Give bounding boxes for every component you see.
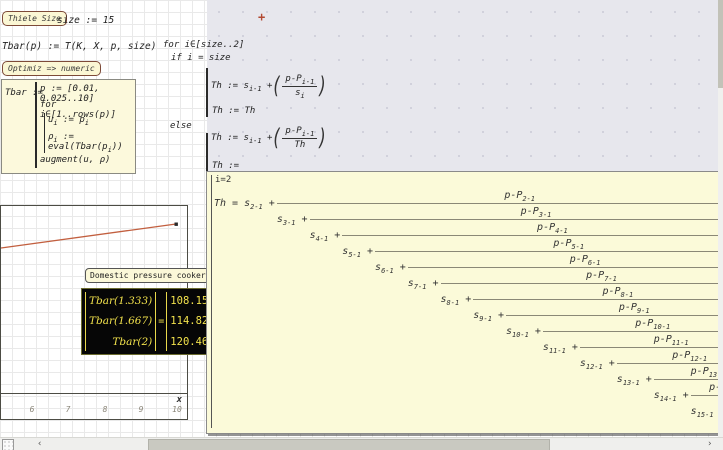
scroll-left-arrow-icon[interactable]: ‹ <box>37 438 42 450</box>
expression-preview-popup: i=2 Th = s2-1 + p-P2-1 s3-1 + p-P3-1 s4-1 + p… <box>206 171 723 434</box>
open-paren: ( <box>273 125 281 151</box>
tbar-function-definition[interactable]: Tbar(p) := T(K, X, p, size) <box>2 41 156 52</box>
value-column: 108.15 114.82 120.46 <box>167 291 211 352</box>
size-definition[interactable]: size := 15 <box>57 15 114 26</box>
program-line-u: ui := pi <box>48 115 89 127</box>
iteration-label: i=2 <box>215 175 232 185</box>
th-assign-if[interactable]: Th := si-1 + ( p-Pi-1 si ) <box>211 74 327 99</box>
th-assign-else[interactable]: Th := si-1 + ( p-Pi-1 Th ) <box>211 126 327 151</box>
close-paren: ) <box>319 73 326 99</box>
description-tooltip: Domestic pressure cooker °C <box>85 268 226 283</box>
program-bar <box>35 82 37 168</box>
fraction: p-Pi-1 si <box>282 74 318 99</box>
th-pre: Th := si-1 + <box>211 133 273 145</box>
x-tick: 9 <box>138 405 144 414</box>
insert-cursor-icon: + <box>258 10 266 24</box>
loop-for-line[interactable]: for i∈[size..2] <box>163 40 244 51</box>
x-tick: 8 <box>102 405 108 414</box>
plot-endpoint-marker <box>174 222 178 226</box>
numerator: p-Pi-1 <box>285 74 315 86</box>
value-row: 114.82 <box>170 315 209 328</box>
plot-x-axis: x 6 7 8 9 10 <box>1 393 187 419</box>
expr-row: Tbar(1.333) <box>89 295 153 308</box>
denominator: si <box>282 86 318 99</box>
x-tick: 6 <box>29 405 35 414</box>
page-anchor-icon[interactable] <box>2 439 14 450</box>
continued-fraction: Th = s2-1 + p-P2-1 s3-1 + p-P3-1 s4-1 + p-P4-… <box>214 189 723 426</box>
vertical-scrollbar[interactable] <box>718 0 723 437</box>
open-paren: ( <box>273 73 281 99</box>
result-matrix-box[interactable]: Tbar(1.333) Tbar(1.667) Tbar(2) = 108.15… <box>81 288 214 355</box>
horizontal-scrollbar-thumb[interactable] <box>148 439 550 450</box>
program-bar-inner <box>44 113 45 153</box>
th-assign-th[interactable]: Th := Th <box>212 106 255 117</box>
program-line-augment: augment(u, ρ) <box>40 155 111 165</box>
collapsed-region-optimiz[interactable]: Optimiz => numeric <box>2 61 101 76</box>
th-pre: Th := si-1 + <box>211 81 273 93</box>
smath-worksheet-window: + Thiele Size size := 15 Tbar(p) := T(K,… <box>0 0 723 450</box>
expr-row: Tbar(2) <box>112 335 153 348</box>
value-row: 108.15 <box>170 295 209 308</box>
loop-else-line[interactable]: else <box>170 121 192 132</box>
x-tick: 10 <box>172 405 182 414</box>
expression-column: Tbar(1.333) Tbar(1.667) Tbar(2) <box>86 291 155 352</box>
tbar-program-block[interactable]: Tbar := p := [0.01, 0.025..10] for i∈[1.… <box>1 79 136 174</box>
program-line-rho: ρi := eval(Tbar(pi)) <box>48 132 123 154</box>
x-tick: 7 <box>65 405 71 414</box>
tbar-program-head: Tbar := <box>5 88 43 98</box>
horizontal-scrollbar[interactable]: ‹ › <box>0 437 723 450</box>
value-row: 120.46 <box>170 335 209 348</box>
program-bar <box>211 175 212 428</box>
plot-curve <box>1 223 177 249</box>
equals-sign: = <box>158 316 165 327</box>
else-branch-bar <box>206 133 208 171</box>
vertical-scrollbar-thumb[interactable] <box>718 0 723 88</box>
close-paren: ) <box>319 125 326 151</box>
fraction: p-Pi-1 Th <box>282 126 318 151</box>
scroll-right-arrow-icon[interactable]: › <box>707 438 712 450</box>
numerator: p-Pi-1 <box>285 126 315 138</box>
if-branch-bar <box>206 68 208 117</box>
x-axis-label: x <box>176 395 182 405</box>
denominator: Th <box>282 138 318 151</box>
loop-if-line[interactable]: if i = size <box>171 53 231 64</box>
expr-row: Tbar(1.667) <box>89 315 153 328</box>
